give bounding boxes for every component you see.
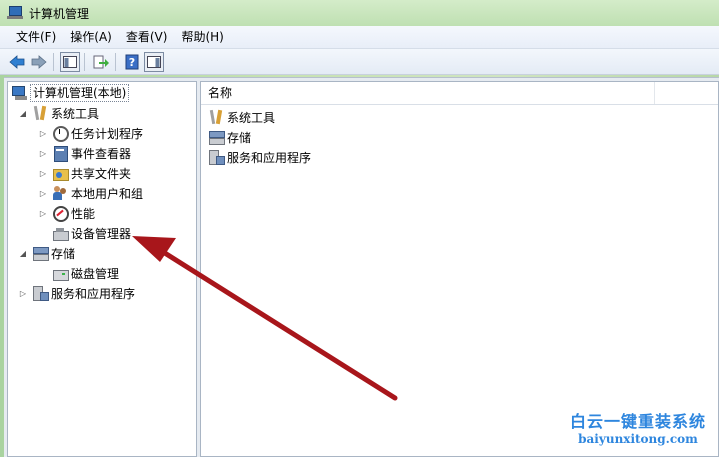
tools-icon: [32, 105, 48, 121]
event-viewer-icon: [52, 145, 68, 162]
content-area: 计算机管理(本地) ◢ 系统工具 ▷ 任务计划程序 ▷ 事件查看器 ▷ 共享文件…: [4, 77, 719, 457]
menu-action[interactable]: 操作(A): [63, 27, 119, 47]
expand-triangle-icon[interactable]: ▷: [38, 123, 48, 143]
menu-view[interactable]: 查看(V): [119, 27, 175, 47]
storage-icon: [32, 245, 49, 261]
tree-item-label: 共享文件夹: [71, 166, 132, 181]
tree-item-storage[interactable]: ◢ 存储: [18, 243, 75, 263]
clock-icon: [52, 125, 69, 142]
tree-item-label: 存储: [51, 246, 76, 261]
show-hide-console-tree-button[interactable]: [60, 51, 80, 72]
expand-triangle-icon[interactable]: ▷: [38, 143, 48, 163]
window-title: 计算机管理: [29, 6, 90, 21]
menu-file[interactable]: 文件(F): [9, 27, 63, 47]
tools-icon: [208, 109, 224, 125]
watermark-title: 白云一键重装系统: [569, 412, 706, 431]
tree-item-shared-folders[interactable]: ▷ 共享文件夹: [38, 163, 131, 183]
column-header-name[interactable]: 名称: [201, 82, 655, 104]
tree-item-local-users[interactable]: ▷ 本地用户和组: [38, 183, 143, 203]
list-item[interactable]: 存储: [208, 127, 251, 147]
tree-item-label: 性能: [71, 206, 96, 221]
tree-item-performance[interactable]: ▷ 性能: [38, 203, 95, 223]
forward-arrow-icon: [31, 54, 47, 69]
list-header: 名称: [201, 82, 718, 105]
tree-item-label: 磁盘管理: [71, 266, 120, 281]
expand-triangle-icon[interactable]: ▷: [38, 183, 48, 203]
list-item-label: 服务和应用程序: [227, 150, 312, 165]
tree-item-label: 本地用户和组: [71, 186, 144, 201]
toolbar-separator: [84, 52, 85, 71]
console-tree: 计算机管理(本地) ◢ 系统工具 ▷ 任务计划程序 ▷ 事件查看器 ▷ 共享文件…: [7, 81, 197, 457]
watermark: 白云一键重装系统 baiyunxitong.com: [560, 408, 716, 454]
expand-triangle-icon[interactable]: ▷: [38, 203, 48, 223]
show-hide-action-icon: [147, 55, 161, 68]
export-list-icon: [93, 55, 109, 68]
show-hide-action-pane-button[interactable]: [144, 51, 164, 72]
services-icon: [32, 285, 49, 301]
back-button[interactable]: [7, 52, 27, 72]
computer-management-icon: [7, 6, 23, 20]
menu-help[interactable]: 帮助(H): [174, 27, 230, 47]
tree-item-event-viewer[interactable]: ▷ 事件查看器: [38, 143, 131, 163]
tree-item-services-apps[interactable]: ▷ 服务和应用程序: [18, 283, 135, 303]
tree-item-disk-management[interactable]: 磁盘管理: [38, 263, 119, 283]
toolbar-separator: [115, 52, 116, 71]
tree-item-label: 系统工具: [51, 106, 100, 121]
tree-item-label: 事件查看器: [71, 146, 132, 161]
results-pane: 名称 系统工具 存储 服务和应用程序: [200, 81, 719, 457]
title-bar[interactable]: 计算机管理: [0, 0, 719, 26]
forward-button[interactable]: [29, 52, 49, 72]
performance-icon: [52, 205, 69, 222]
list-item-label: 系统工具: [227, 110, 276, 125]
disk-icon: [52, 265, 69, 281]
tree-item-device-manager[interactable]: 设备管理器: [38, 223, 131, 243]
collapse-triangle-icon[interactable]: ◢: [18, 103, 28, 123]
expand-triangle-icon[interactable]: ▷: [18, 283, 28, 303]
list-item[interactable]: 服务和应用程序: [208, 147, 311, 167]
tree-item-label: 服务和应用程序: [51, 286, 136, 301]
shared-folder-icon: [52, 165, 69, 181]
collapse-triangle-icon[interactable]: ◢: [18, 243, 28, 263]
storage-icon: [208, 129, 225, 145]
show-hide-tree-icon: [63, 55, 77, 68]
export-list-button[interactable]: [91, 52, 111, 72]
device-manager-icon: [52, 225, 69, 241]
toolbar: ?: [0, 49, 719, 75]
svg-text:?: ?: [129, 56, 135, 69]
list-item[interactable]: 系统工具: [208, 107, 275, 127]
menu-bar: 文件(F) 操作(A) 查看(V) 帮助(H): [0, 26, 719, 49]
tree-item-label: 任务计划程序: [71, 126, 144, 141]
expand-triangle-icon[interactable]: ▷: [38, 163, 48, 183]
users-icon: [52, 185, 68, 201]
tree-item-root[interactable]: 计算机管理(本地): [11, 83, 130, 103]
tree-item-label: 计算机管理(本地): [30, 84, 130, 102]
computer-icon: [11, 85, 27, 101]
list-item-label: 存储: [227, 130, 252, 145]
tree-item-label: 设备管理器: [71, 226, 132, 241]
help-icon: ?: [125, 54, 139, 69]
toolbar-separator: [53, 52, 54, 71]
computer-management-window: 计算机管理 文件(F) 操作(A) 查看(V) 帮助(H) ? 计算机管理(本地…: [0, 0, 719, 457]
watermark-url: baiyunxitong.com: [578, 432, 698, 446]
help-button[interactable]: ?: [122, 52, 142, 72]
back-arrow-icon: [9, 54, 25, 69]
tree-item-task-scheduler[interactable]: ▷ 任务计划程序: [38, 123, 143, 143]
tree-item-system-tools[interactable]: ◢ 系统工具: [18, 103, 99, 123]
services-icon: [208, 149, 225, 165]
